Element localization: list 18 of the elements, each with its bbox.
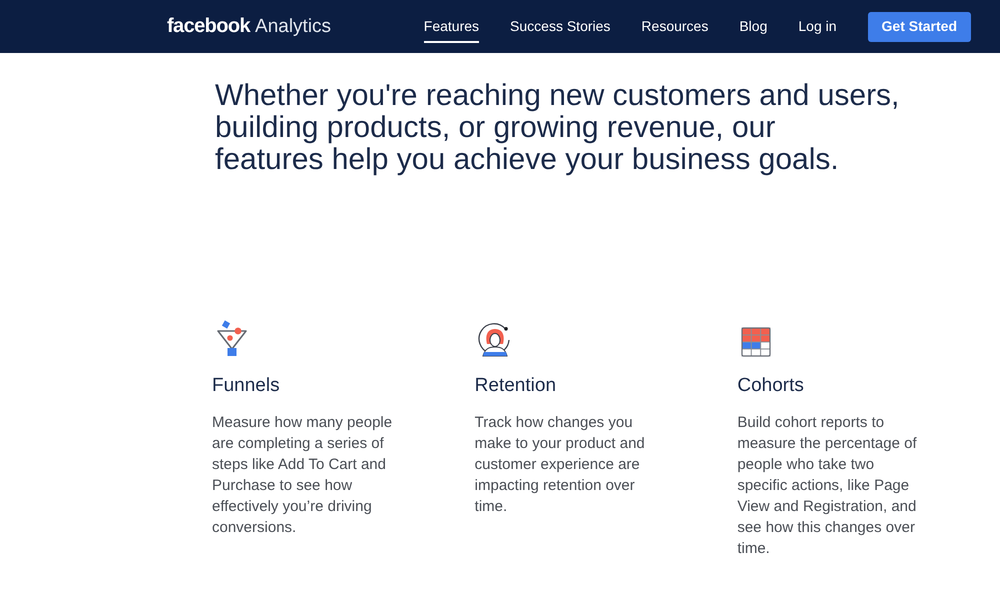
feature-title: Retention [474,374,558,398]
nav-link[interactable]: Resources [641,10,708,42]
get-started-button[interactable]: Get Started [868,12,971,42]
funnel-icon [216,320,248,357]
product-name: Analytics [255,15,332,40]
feature-title: Funnels [212,374,281,398]
feature-title: Cohorts [737,374,805,398]
logo-wordmark[interactable]: facebook [167,11,250,42]
feature-description: Measure how many people are completing a series of steps like Add To Cart and Purchase to see how effectively you’re driving conversions. [212,413,394,538]
headline: Whether you're reaching new customers and users, building products, or growing revenue, our features help you achieve your business goals. [215,80,900,176]
feature-description: Track how changes you make to your product and customer experience are impacting retention over time. [474,413,646,517]
nav-link[interactable]: Success Stories [510,10,610,42]
person-cycle-icon [478,322,512,357]
grid-table-icon [741,327,772,357]
nav-link[interactable]: Features [424,10,480,42]
nav-link[interactable]: Log in [798,10,837,42]
feature-description: Build cohort reports to measure the percentage of people who take two specific actions, like Page View and Registration, and see how this changes over time. [737,413,918,559]
nav-link[interactable]: Blog [739,10,768,42]
